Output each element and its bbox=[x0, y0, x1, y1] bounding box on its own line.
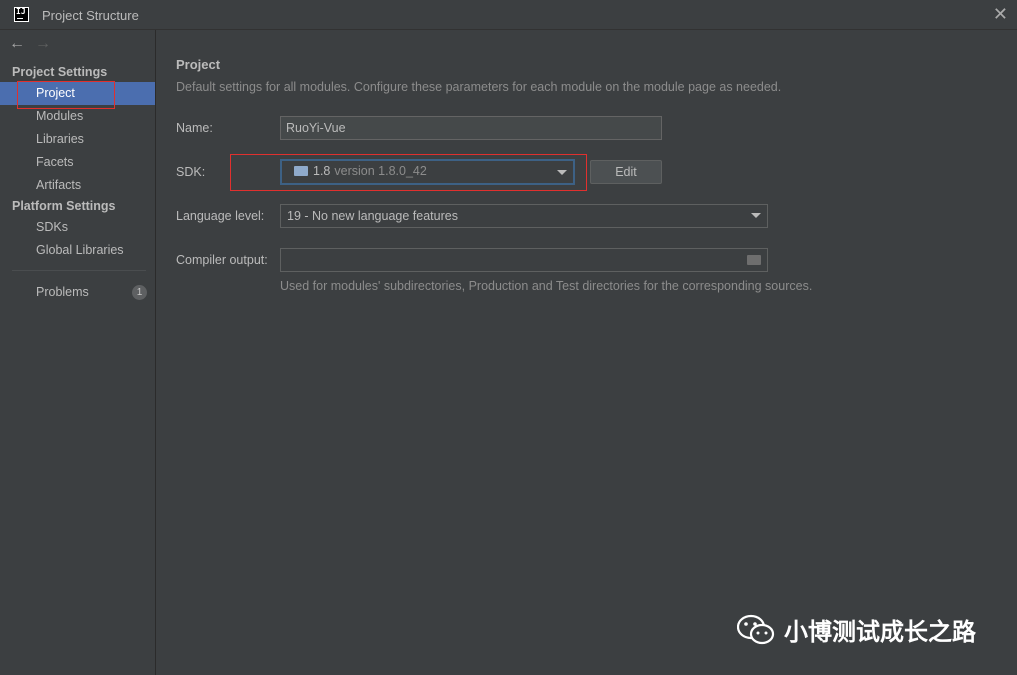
language-level-value: 19 - No new language features bbox=[287, 209, 458, 223]
page-description: Default settings for all modules. Config… bbox=[176, 80, 782, 94]
back-arrow-icon[interactable]: ← bbox=[9, 35, 25, 53]
sidebar-item-global-libraries[interactable]: Global Libraries bbox=[0, 239, 155, 262]
sidebar-divider bbox=[12, 270, 146, 271]
sidebar-item-facets[interactable]: Facets bbox=[0, 151, 155, 174]
intellij-app-icon: IJ bbox=[14, 7, 29, 22]
edit-button[interactable]: Edit bbox=[590, 160, 662, 184]
project-settings-header: Project Settings bbox=[12, 65, 108, 79]
problems-label: Problems bbox=[36, 285, 89, 299]
project-name-input[interactable] bbox=[280, 116, 662, 140]
problems-count-badge: 1 bbox=[132, 285, 147, 300]
title-bar: IJ Project Structure ✕ bbox=[0, 0, 1017, 30]
sidebar-item-libraries[interactable]: Libraries bbox=[0, 128, 155, 151]
chevron-down-icon bbox=[751, 213, 761, 218]
sdk-value: 1.8 bbox=[313, 164, 331, 178]
window-title: Project Structure bbox=[42, 8, 139, 23]
forward-arrow-icon[interactable]: → bbox=[35, 35, 51, 53]
language-level-select[interactable]: 19 - No new language features bbox=[280, 204, 768, 228]
wechat-icon bbox=[737, 614, 775, 645]
compiler-output-label: Compiler output: bbox=[176, 253, 268, 267]
main-panel: Project Default settings for all modules… bbox=[156, 30, 1017, 675]
sidebar: ← → Project Settings Project Modules Lib… bbox=[0, 30, 156, 675]
language-level-label: Language level: bbox=[176, 209, 265, 223]
sdk-select[interactable]: 1.8 version 1.8.0_42 bbox=[280, 159, 575, 185]
sidebar-item-modules[interactable]: Modules bbox=[0, 105, 155, 128]
close-icon[interactable]: ✕ bbox=[993, 5, 1008, 23]
page-title: Project bbox=[176, 57, 221, 72]
sidebar-item-problems[interactable]: Problems 1 bbox=[0, 281, 155, 304]
compiler-output-input[interactable] bbox=[280, 248, 768, 272]
folder-icon bbox=[294, 166, 308, 176]
sdk-label: SDK: bbox=[176, 165, 206, 179]
sdk-version: version 1.8.0_42 bbox=[334, 164, 427, 178]
browse-folder-icon[interactable] bbox=[747, 255, 761, 265]
chevron-down-icon bbox=[557, 170, 567, 175]
sidebar-item-project[interactable]: Project bbox=[0, 82, 155, 105]
compiler-output-hint: Used for modules' subdirectories, Produc… bbox=[280, 279, 813, 293]
name-label: Name: bbox=[176, 121, 213, 135]
platform-settings-header: Platform Settings bbox=[12, 199, 116, 213]
sidebar-item-sdks[interactable]: SDKs bbox=[0, 216, 155, 239]
watermark-text: 小博测试成长之路 bbox=[784, 618, 976, 646]
sidebar-item-artifacts[interactable]: Artifacts bbox=[0, 174, 155, 197]
